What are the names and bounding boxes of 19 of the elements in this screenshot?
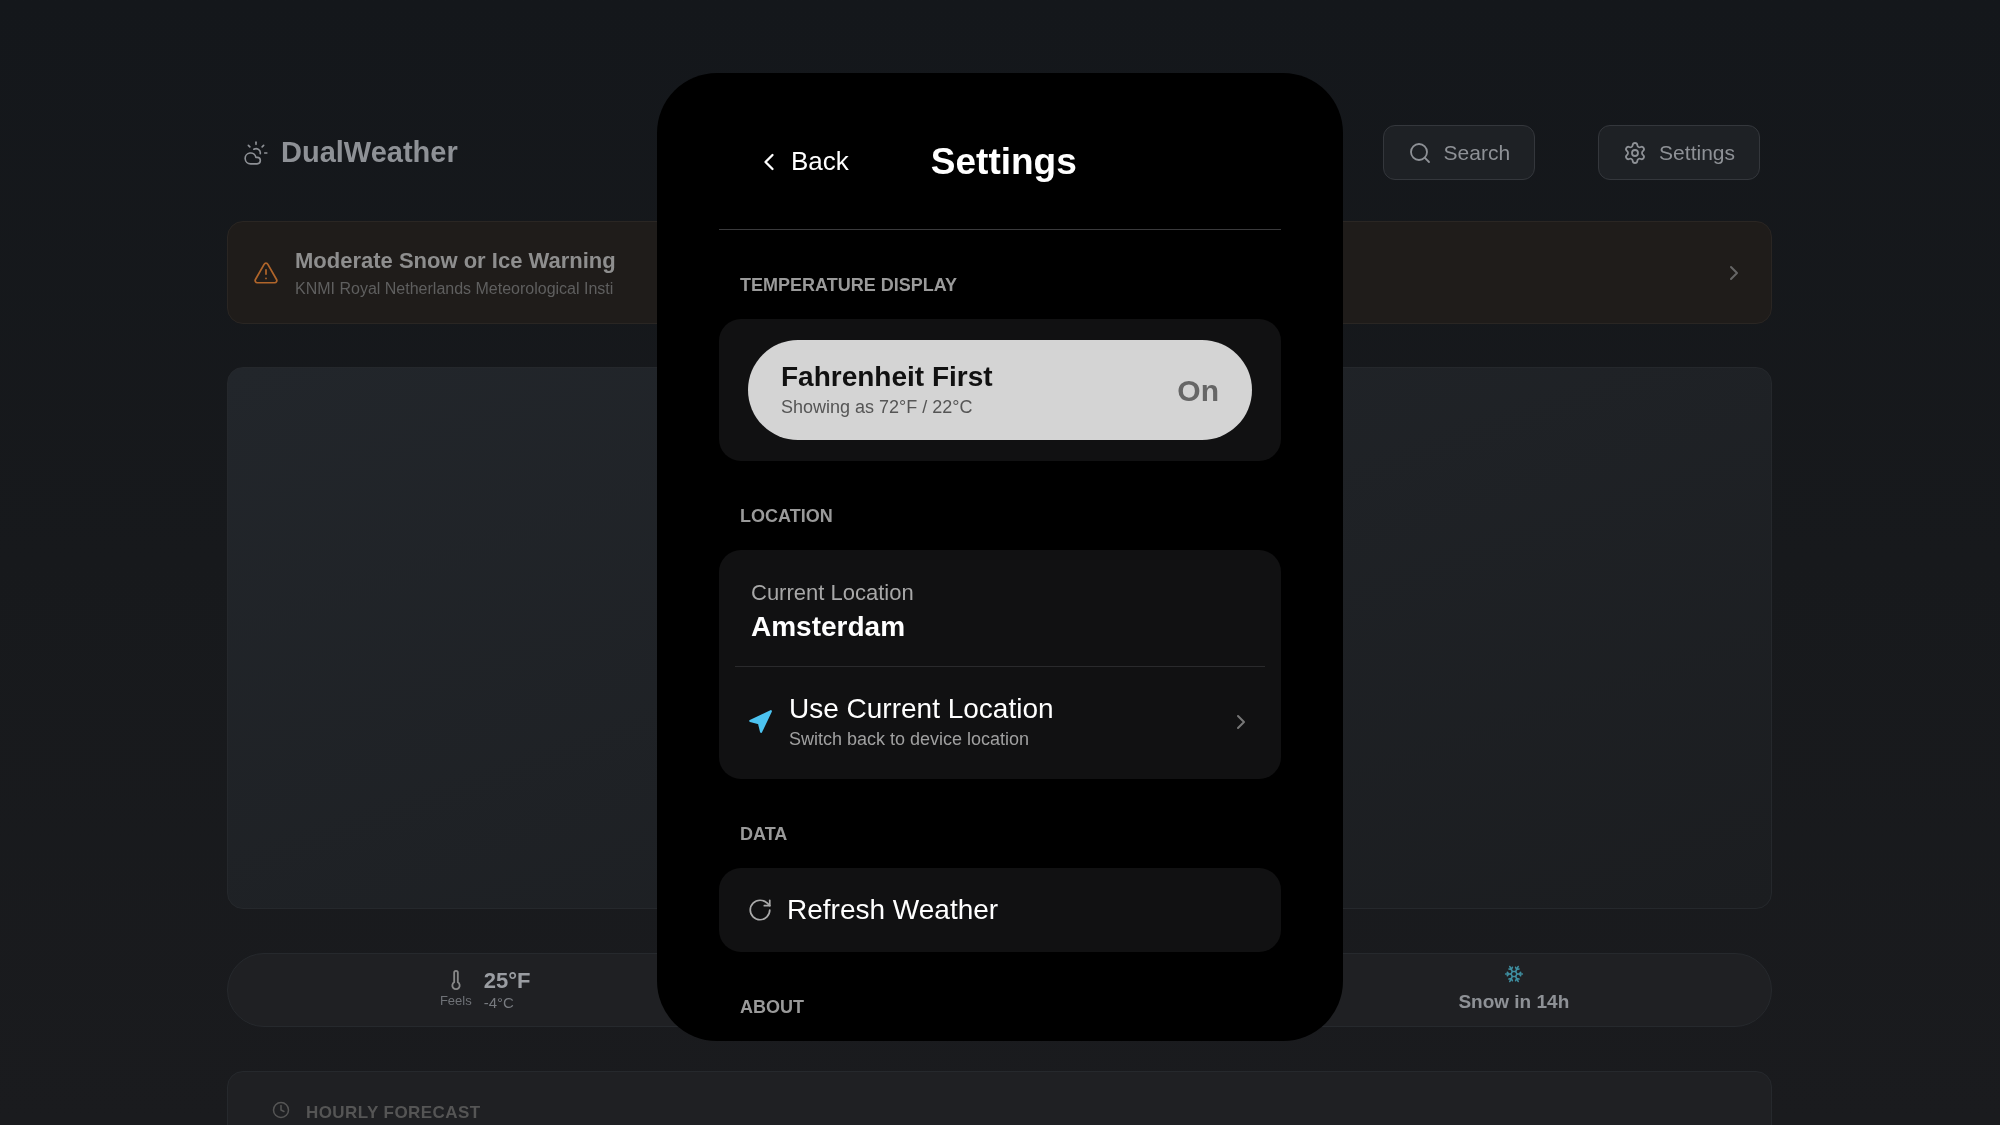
current-location-label: Current Location [751, 579, 915, 607]
snow-forecast: Snow in 14h [1458, 989, 1570, 1014]
section-header: LOCATION [739, 505, 834, 528]
modal-title: Settings [930, 139, 1077, 184]
toggle-subtitle: Showing as 72°F / 22°C [781, 396, 974, 419]
toggle-state: On [1177, 372, 1219, 409]
toggle-title: Fahrenheit First [781, 360, 993, 394]
row-subtitle: Switch back to device location [789, 728, 1031, 751]
section-header: DATA [739, 823, 789, 846]
section-header: ABOUT [739, 996, 805, 1019]
current-location-value: Amsterdam [751, 610, 907, 644]
app-title: DualWeather [281, 134, 458, 170]
alert-source: KNMI Royal Netherlands Meteorological Insti [295, 279, 614, 299]
row-title: Use Current Location [789, 692, 1055, 726]
feels-label: Feels [439, 992, 472, 1011]
feels-temperature-c: -4°C [483, 994, 515, 1014]
feels-temperature-f: 25°F [483, 966, 531, 995]
section-header: TEMPERATURE DISPLAY [739, 274, 959, 297]
alert-title: Moderate Snow or Ice Warning [295, 247, 616, 275]
